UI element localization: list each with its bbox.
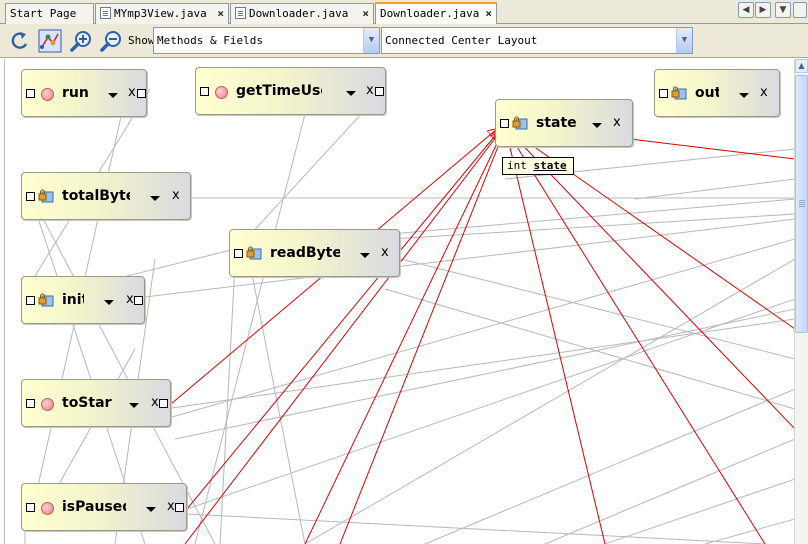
node-right-pin[interactable] [134, 296, 143, 305]
tab-downloader-1[interactable]: Downloader.java × [230, 3, 374, 24]
node-right-pin[interactable] [159, 399, 168, 408]
chevron-down-icon[interactable] [108, 93, 118, 98]
tab-label: Downloader.java [380, 7, 480, 20]
chevron-down-icon[interactable] [150, 196, 160, 201]
close-icon[interactable]: x [167, 499, 175, 514]
node-label: init [62, 292, 84, 308]
chevron-down-icon[interactable]: ▼ [676, 28, 692, 53]
node-label: state [536, 115, 577, 131]
close-icon[interactable]: x [128, 85, 136, 100]
node-label: out [695, 85, 719, 101]
vertical-scrollbar[interactable]: ▲ [794, 59, 808, 544]
tab-close-icon[interactable]: × [485, 4, 492, 23]
node-ispaused[interactable]: isPaused x [21, 483, 187, 531]
state-usage-edges [170, 124, 794, 544]
member-filter-value: Methods & Fields [157, 34, 263, 47]
tab-label: Start Page [10, 7, 77, 20]
node-tostart[interactable]: toStart x [21, 379, 171, 427]
scroll-tabs-left-button[interactable]: ◀ [738, 2, 754, 18]
scroll-tabs-right-button[interactable]: ▶ [755, 2, 771, 18]
zoom-out-icon[interactable] [100, 29, 124, 53]
tooltip-type: int [507, 159, 527, 172]
tab-list-button[interactable]: ▼ [775, 2, 791, 18]
node-left-pin[interactable] [26, 503, 35, 512]
node-left-pin[interactable] [26, 296, 35, 305]
scroll-up-icon[interactable]: ▲ [795, 59, 808, 73]
node-label: readBytes [270, 245, 340, 261]
method-icon [41, 502, 54, 515]
node-left-pin[interactable] [200, 87, 209, 96]
method-icon [41, 88, 54, 101]
node-label: isPaused [62, 499, 126, 515]
close-icon[interactable]: x [760, 85, 768, 100]
private-field-icon [38, 293, 54, 307]
chevron-down-icon[interactable] [739, 93, 749, 98]
node-label: getTimeUsec [236, 83, 322, 99]
node-out[interactable]: out x [654, 69, 780, 117]
node-left-pin[interactable] [26, 192, 35, 201]
chevron-down-icon[interactable]: ▼ [363, 28, 379, 53]
chevron-down-icon[interactable] [146, 507, 156, 512]
member-filter-dropdown[interactable]: Methods & Fields ▼ [153, 27, 380, 54]
scrollbar-thumb[interactable] [795, 75, 808, 333]
java-file-icon [100, 7, 111, 19]
layout-graph-icon[interactable] [38, 29, 62, 53]
node-right-pin[interactable] [137, 89, 146, 98]
close-icon[interactable]: x [151, 395, 159, 410]
close-icon[interactable]: x [366, 83, 374, 98]
node-readbytes[interactable]: readBytes x [229, 229, 400, 277]
method-icon [215, 86, 228, 99]
tab-close-icon[interactable]: × [362, 4, 369, 23]
chevron-down-icon[interactable] [360, 253, 370, 258]
layout-value: Connected Center Layout [385, 34, 538, 47]
chevron-down-icon[interactable] [592, 123, 602, 128]
layout-dropdown[interactable]: Connected Center Layout ▼ [381, 27, 693, 54]
refresh-icon[interactable] [8, 29, 32, 53]
private-field-icon [671, 86, 687, 100]
private-field-icon [246, 246, 262, 260]
class-graph-canvas[interactable]: run x getTimeUsec x state x out [4, 59, 794, 544]
node-right-pin[interactable] [175, 503, 184, 512]
node-label: run [62, 85, 89, 101]
chevron-down-icon[interactable] [346, 91, 356, 96]
editor-tab-bar: Start Page MYmp3View.java × Downloader.j… [0, 0, 808, 24]
chevron-down-icon[interactable] [104, 300, 114, 305]
chevron-down-icon[interactable] [129, 403, 139, 408]
node-label: totalBytes [62, 188, 130, 204]
tooltip-name: state [533, 159, 567, 172]
node-left-pin[interactable] [234, 249, 243, 258]
node-right-pin[interactable] [375, 87, 384, 96]
node-init[interactable]: init x [21, 276, 145, 324]
close-icon[interactable]: x [381, 245, 389, 260]
method-icon [41, 398, 54, 411]
navigator-toolbar: Show Methods & Fields ▼ Connected Center… [0, 24, 808, 58]
show-label: Show [128, 34, 155, 47]
maximize-icon[interactable] [793, 2, 807, 18]
private-field-icon [512, 116, 528, 130]
node-gettimeused[interactable]: getTimeUsec x [195, 67, 386, 115]
tab-downloader-2[interactable]: Downloader.java × [375, 2, 497, 24]
tab-mymp3view[interactable]: MYmp3View.java × [95, 3, 229, 24]
close-icon[interactable]: x [126, 292, 134, 307]
node-label: toStart [62, 395, 112, 411]
tab-close-icon[interactable]: × [217, 4, 224, 23]
close-icon[interactable]: x [613, 115, 621, 130]
field-tooltip: int state [502, 157, 574, 175]
zoom-in-icon[interactable] [70, 29, 94, 53]
private-field-icon [38, 189, 54, 203]
java-file-icon [235, 7, 246, 19]
tab-label: MYmp3View.java [114, 7, 207, 20]
node-run[interactable]: run x [21, 69, 147, 117]
node-state[interactable]: state x [495, 99, 633, 147]
node-left-pin[interactable] [659, 89, 668, 98]
node-totalbytes[interactable]: totalBytes x [21, 172, 191, 220]
tab-start-page[interactable]: Start Page [5, 3, 94, 24]
tab-label: Downloader.java [249, 7, 349, 20]
close-icon[interactable]: x [172, 188, 180, 203]
node-left-pin[interactable] [26, 89, 35, 98]
node-left-pin[interactable] [26, 399, 35, 408]
node-left-pin[interactable] [500, 119, 509, 128]
